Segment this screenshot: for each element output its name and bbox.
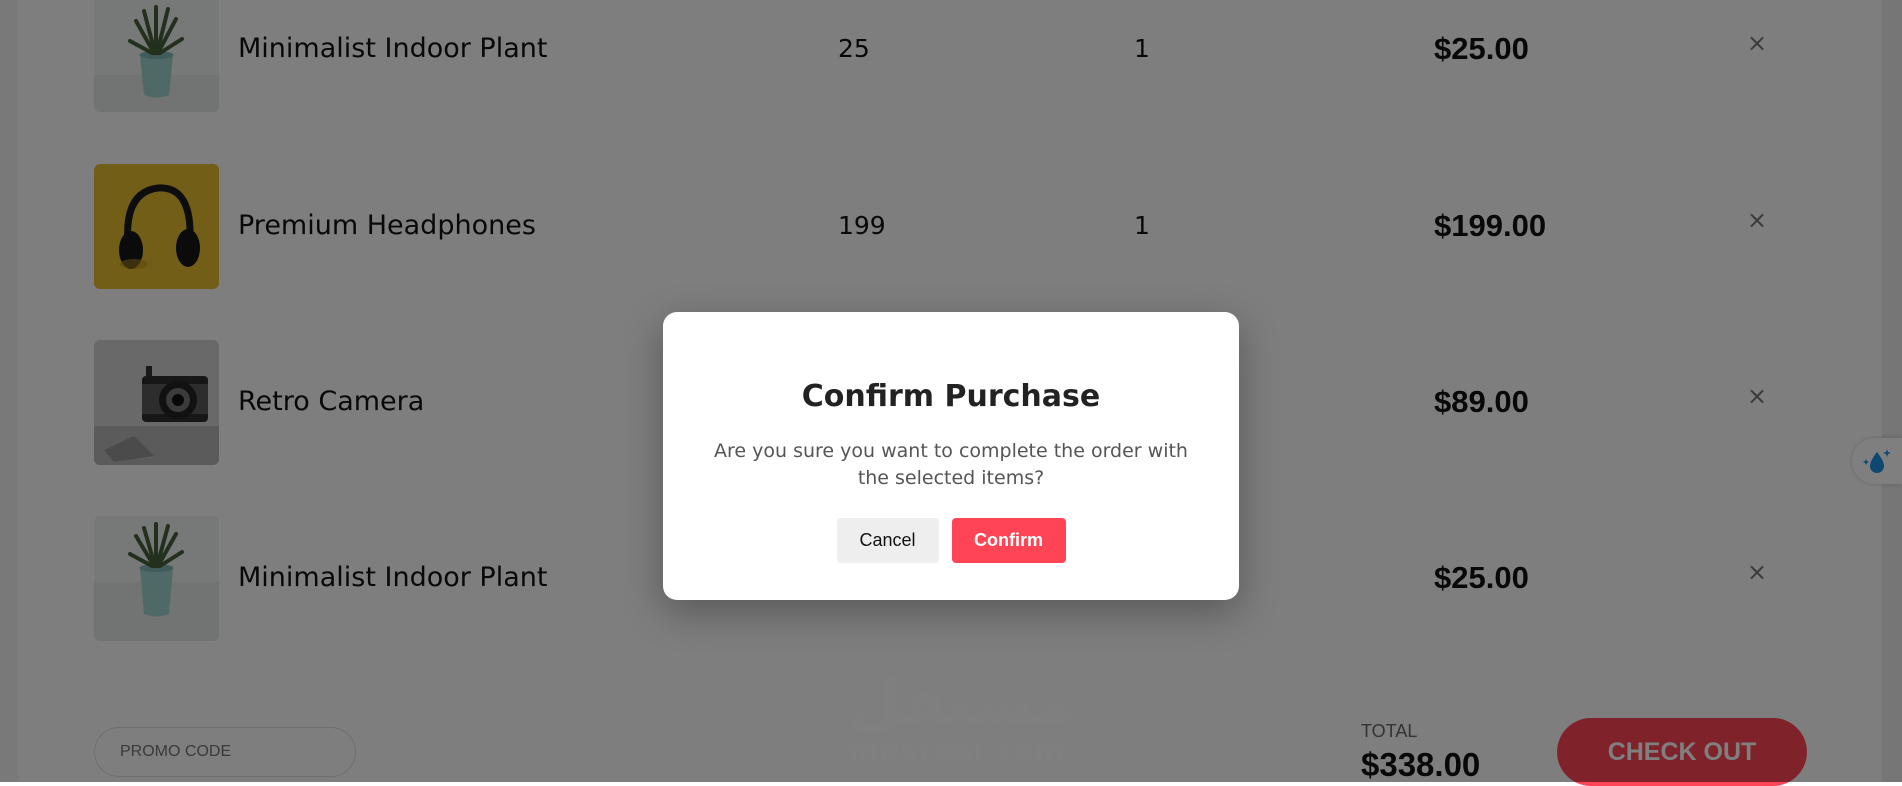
dialog-title: Confirm Purchase (801, 379, 1101, 414)
dialog-message: Are you sure you want to complete the or… (714, 440, 1188, 489)
dialog-actions: Cancel Confirm (663, 518, 1239, 563)
confirm-button[interactable]: Confirm (951, 518, 1066, 563)
confirm-purchase-dialog: Confirm Purchase Are you sure you want t… (663, 312, 1239, 600)
cancel-button[interactable]: Cancel (836, 518, 939, 563)
